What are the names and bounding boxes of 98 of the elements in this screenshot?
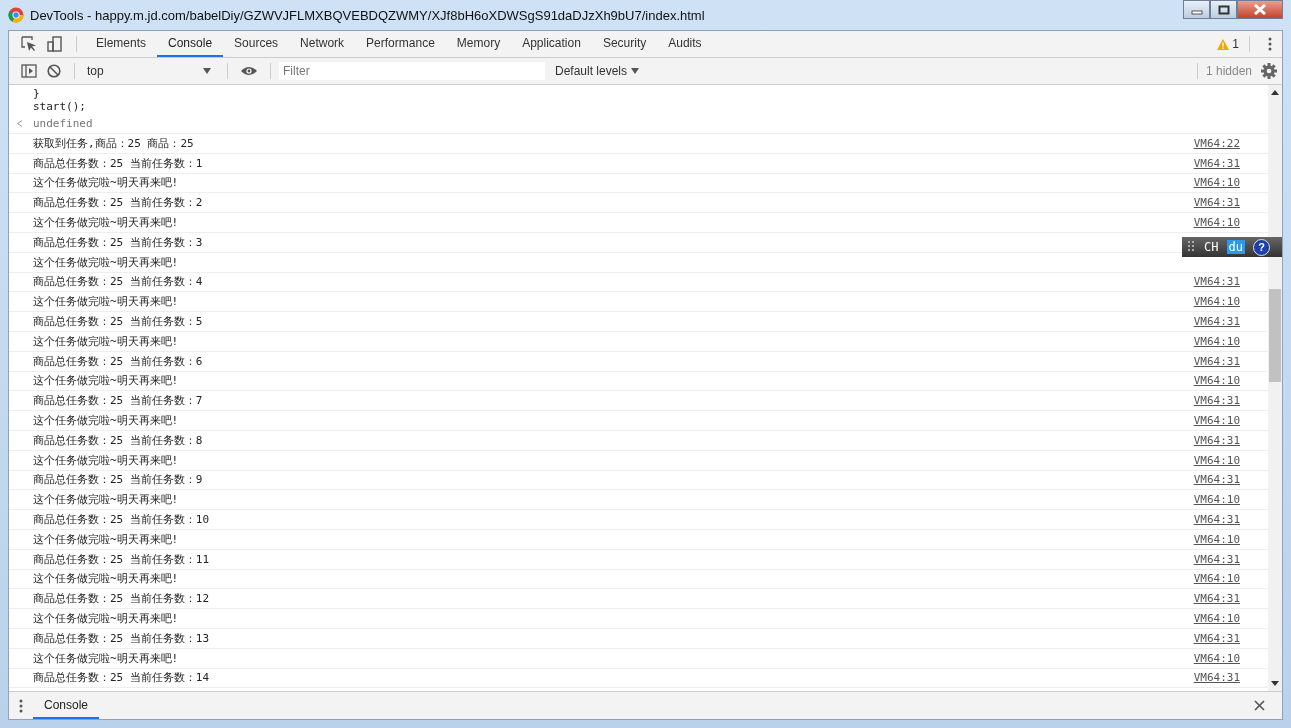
source-link[interactable]: VM64:10 — [1193, 572, 1240, 586]
log-message: 这个任务做完啦~明天再来吧! — [33, 611, 179, 626]
result-value: undefined — [33, 116, 93, 130]
close-icon[interactable] — [1254, 700, 1265, 711]
log-message: 这个任务做完啦~明天再来吧! — [33, 492, 179, 508]
log-message: 商品总任务数：25 当前任务数：13 — [33, 630, 210, 646]
dropdown-arrow-icon — [203, 68, 211, 74]
log-message: 这个任务做完啦~明天再来吧! — [33, 254, 179, 270]
log-message: 获取到任务,商品：25 商品：25 — [33, 135, 194, 151]
warning-counter[interactable]: 1 — [1215, 31, 1241, 57]
more-menu-icon[interactable] — [1268, 37, 1272, 51]
log-message: 这个任务做完啦~明天再来吧! — [33, 373, 179, 389]
log-message: 这个任务做完啦~明天再来吧! — [33, 571, 179, 587]
log-message: 这个任务做完啦~明天再来吧! — [33, 531, 179, 547]
log-message: 这个任务做完啦~明天再来吧! — [33, 413, 179, 429]
help-button[interactable]: ? — [1253, 238, 1270, 256]
source-link[interactable]: VM64:31 — [1193, 552, 1240, 566]
log-message: 这个任务做完啦~明天再来吧! — [33, 175, 179, 191]
warning-count: 1 — [1232, 37, 1239, 51]
clear-icon[interactable] — [47, 64, 61, 78]
log-message: 商品总任务数：25 当前任务数：4 — [33, 274, 203, 290]
log-message: 商品总任务数：25 当前任务数：3 — [33, 234, 203, 250]
source-link[interactable]: VM64:31 — [1193, 196, 1240, 210]
filter-field[interactable]: Filter — [279, 62, 545, 80]
panel-tab[interactable]: Elements — [85, 31, 158, 57]
source-link[interactable]: VM64:10 — [1193, 414, 1240, 428]
source-link[interactable]: VM64:31 — [1193, 513, 1240, 527]
log-message: 商品总任务数：25 当前任务数：7 — [33, 393, 203, 409]
source-link[interactable]: VM64:10 — [1193, 216, 1240, 230]
hidden-count: 1 hidden — [1205, 64, 1252, 78]
panel-tab[interactable]: Security — [591, 31, 658, 57]
source-link[interactable]: VM64:10 — [1193, 334, 1240, 348]
browser-logo-icon — [8, 7, 24, 23]
maximize-icon — [1217, 4, 1230, 15]
source-link[interactable]: VM64:10 — [1193, 453, 1240, 467]
panel-tab[interactable]: Sources — [223, 31, 290, 57]
log-message: 这个任务做完啦~明天再来吧! — [33, 452, 179, 468]
source-link[interactable]: VM64:31 — [1193, 354, 1240, 368]
context-dropdown[interactable]: top — [83, 64, 203, 78]
panel-tab[interactable]: Performance — [355, 31, 446, 57]
source-link[interactable]: VM64:31 — [1193, 275, 1240, 289]
log-message: 商品总任务数：25 当前任务数：14 — [33, 670, 210, 686]
source-link[interactable]: VM64:31 — [1193, 671, 1240, 685]
settings-icon[interactable] — [1261, 63, 1277, 79]
source-link[interactable]: VM64:31 — [1193, 433, 1240, 447]
source-link[interactable]: VM64:10 — [1193, 295, 1240, 309]
inspect-icon[interactable] — [21, 36, 37, 52]
source-link[interactable]: VM64:10 — [1193, 176, 1240, 190]
log-message: 这个任务做完啦~明天再来吧! — [33, 215, 179, 231]
source-link[interactable]: VM64:31 — [1193, 473, 1240, 487]
log-message: 商品总任务数：25 当前任务数：12 — [33, 591, 210, 607]
drawer-tab[interactable]: Console — [33, 692, 100, 719]
close-button[interactable] — [1237, 0, 1283, 19]
source-link[interactable]: VM64:10 — [1193, 532, 1240, 546]
log-message: 商品总任务数：25 当前任务数：6 — [33, 353, 203, 369]
panel-tab[interactable]: Network — [289, 31, 356, 57]
language-indicator[interactable]: CH — [1204, 240, 1219, 254]
scrollbar[interactable] — [1268, 85, 1282, 691]
scroll-thumb[interactable] — [1269, 289, 1281, 382]
source-link[interactable]: VM64:10 — [1193, 493, 1240, 507]
code-line: start(); — [33, 100, 87, 113]
sidebar-toggle-icon[interactable] — [21, 64, 37, 78]
more-menu-icon[interactable] — [19, 698, 23, 713]
log-message: 这个任务做完啦~明天再来吧! — [33, 294, 179, 310]
panel-tab[interactable]: Memory — [445, 31, 512, 57]
log-message: 商品总任务数：25 当前任务数：10 — [33, 512, 210, 528]
source-link[interactable]: VM64:10 — [1193, 651, 1240, 665]
log-message: 商品总任务数：25 当前任务数：8 — [33, 432, 203, 448]
source-link[interactable]: VM64:31 — [1193, 156, 1240, 170]
warning-icon — [1217, 38, 1230, 50]
levels-dropdown[interactable]: Default levels — [551, 64, 632, 78]
log-message: 商品总任务数：25 当前任务数：1 — [33, 155, 203, 171]
source-link[interactable]: VM64:10 — [1193, 612, 1240, 625]
panel-tab[interactable]: Application — [511, 31, 592, 57]
code-line: } — [33, 87, 41, 100]
maximize-button[interactable] — [1210, 0, 1237, 19]
minimize-button[interactable] — [1183, 0, 1210, 19]
source-link[interactable]: VM64:22 — [1193, 136, 1240, 150]
device-icon[interactable] — [47, 36, 63, 52]
eye-icon[interactable] — [241, 66, 257, 76]
source-link[interactable]: VM64:31 — [1193, 315, 1240, 329]
log-message: 这个任务做完啦~明天再来吧! — [33, 333, 179, 349]
log-message: 这个任务做完啦~明天再来吧! — [33, 650, 179, 666]
source-link[interactable]: VM64:31 — [1193, 631, 1240, 645]
source-link[interactable]: VM64:31 — [1193, 592, 1240, 606]
dropdown-arrow-icon — [631, 68, 640, 74]
log-message: 商品总任务数：25 当前任务数：2 — [33, 195, 203, 211]
scroll-up-icon[interactable] — [1271, 90, 1279, 95]
scroll-down-icon[interactable] — [1271, 681, 1279, 686]
window-title: DevTools - happy.m.jd.com/babelDiy/GZWVJFLMXBQVEBDQZWMY/XJf8bH6oXDWSgS91daDJzXh9bU7/index.html — [30, 7, 705, 23]
log-message: 商品总任务数：25 当前任务数：5 — [33, 314, 203, 330]
panel-tab[interactable]: Audits — [657, 31, 713, 57]
close-icon — [1253, 4, 1267, 15]
log-message: 商品总任务数：25 当前任务数：9 — [33, 472, 203, 488]
source-link[interactable]: VM64:10 — [1193, 374, 1240, 388]
log-message: 商品总任务数：25 当前任务数：11 — [33, 551, 210, 567]
grip-icon[interactable] — [1188, 241, 1197, 253]
source-link[interactable]: VM64:31 — [1193, 394, 1240, 408]
